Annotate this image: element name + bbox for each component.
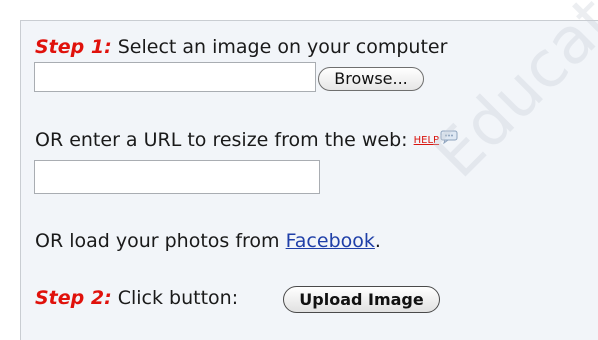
step2-text: Click button:: [111, 287, 239, 309]
step1-text: Select an image on your computer: [111, 36, 448, 58]
facebook-suffix: .: [374, 230, 381, 252]
url-row: OR enter a URL to resize from the web: H…: [35, 129, 458, 151]
facebook-row: OR load your photos from Facebook.: [35, 230, 381, 252]
file-path-field[interactable]: [34, 62, 316, 92]
speech-bubble-icon[interactable]: [440, 127, 458, 149]
page: Step 1: Select an image on your computer…: [0, 0, 598, 340]
url-input[interactable]: [34, 160, 320, 194]
facebook-link[interactable]: Facebook: [286, 230, 375, 252]
help-link[interactable]: HELP: [414, 135, 439, 146]
step1-row: Step 1: Select an image on your computer: [35, 36, 447, 58]
step2-row: Step 2: Click button:: [35, 287, 238, 309]
upload-panel: Step 1: Select an image on your computer…: [20, 20, 598, 340]
url-prompt: OR enter a URL to resize from the web:: [35, 129, 414, 151]
step2-label: Step 2:: [35, 287, 112, 309]
browse-button[interactable]: Browse...: [318, 67, 424, 91]
facebook-prefix: OR load your photos from: [35, 230, 286, 252]
upload-image-button[interactable]: Upload Image: [283, 286, 440, 313]
step1-label: Step 1:: [35, 36, 112, 58]
